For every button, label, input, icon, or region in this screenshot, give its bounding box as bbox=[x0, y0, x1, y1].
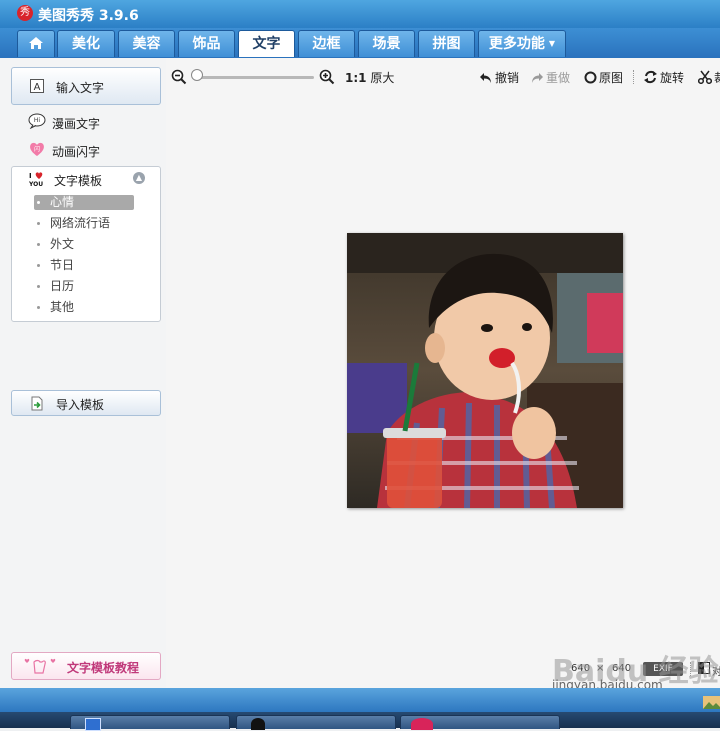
original-label: 原图 bbox=[599, 71, 624, 85]
main-tab-bar: 美化 美容 饰品 文字 边框 场景 拼图 更多功能 ▼ bbox=[0, 28, 720, 58]
zoom-slider-track[interactable] bbox=[196, 76, 314, 79]
bullet-dot bbox=[37, 285, 40, 288]
tab-more-features[interactable]: 更多功能 ▼ bbox=[478, 30, 566, 57]
redo-label: 重做 bbox=[546, 71, 571, 85]
tab-border[interactable]: 边框 bbox=[298, 30, 355, 57]
template-item-label: 其他 bbox=[50, 300, 75, 314]
tutorial-label: 文字模板教程 bbox=[67, 661, 140, 675]
rotate-icon bbox=[644, 70, 657, 84]
text-sidebar: A 输入文字 Hi 漫画文字 闪 动画闪字 I YOU 文字模板 ▲ 心情 网络… bbox=[0, 58, 166, 688]
template-item-label: 日历 bbox=[50, 279, 75, 293]
bullet-dot bbox=[37, 222, 40, 225]
tab-collage[interactable]: 拼图 bbox=[418, 30, 475, 57]
hand-hearts-icon bbox=[24, 658, 56, 674]
bullet-dot bbox=[37, 306, 40, 309]
window-title: 美图秀秀 3.9.6 bbox=[38, 8, 139, 24]
crop-button[interactable]: 裁 bbox=[698, 69, 720, 86]
canvas-toolbar: 1:1 原大 撤销 重做 原图 旋转 bbox=[166, 58, 720, 96]
taskbar-item[interactable] bbox=[400, 715, 560, 730]
input-text-button[interactable]: A 输入文字 bbox=[11, 67, 161, 105]
template-item-label: 外文 bbox=[50, 237, 75, 251]
text-template-label: 文字模板 bbox=[54, 174, 103, 188]
text-a-icon: A bbox=[30, 79, 44, 93]
rotate-label: 旋转 bbox=[660, 71, 685, 85]
template-item-mood[interactable]: 心情 bbox=[34, 195, 134, 210]
template-item-internet-slang[interactable]: 网络流行语 bbox=[34, 216, 134, 231]
image-thumbnail-icon[interactable] bbox=[703, 696, 720, 709]
import-icon bbox=[31, 396, 43, 411]
chevron-down-icon: ▼ bbox=[548, 39, 556, 48]
scissors-icon bbox=[698, 70, 712, 84]
svg-text:I: I bbox=[29, 172, 32, 180]
redo-icon bbox=[532, 73, 543, 83]
original-size-button[interactable]: 1:1 原大 bbox=[345, 69, 394, 86]
speech-bubble-icon: Hi bbox=[28, 113, 46, 129]
tab-beautify[interactable]: 美化 bbox=[57, 30, 115, 57]
rotate-button[interactable]: 旋转 bbox=[643, 69, 684, 86]
zoom-in-icon[interactable] bbox=[319, 69, 335, 85]
template-item-other[interactable]: 其他 bbox=[34, 300, 134, 315]
i-love-you-icon: I YOU bbox=[28, 172, 43, 188]
zoom-slider-handle[interactable] bbox=[191, 69, 203, 81]
canvas-area: 1:1 原大 撤销 重做 原图 旋转 640 × 640 EXIF 对 Baid… bbox=[166, 58, 720, 692]
collapse-up-icon[interactable]: ▲ bbox=[133, 172, 145, 184]
heart-flash-icon: 闪 bbox=[30, 142, 44, 156]
toolbar-separator bbox=[633, 70, 635, 84]
template-item-calendar[interactable]: 日历 bbox=[34, 279, 134, 294]
text-template-header[interactable]: I YOU 文字模板 bbox=[28, 171, 102, 190]
template-item-foreign[interactable]: 外文 bbox=[34, 237, 134, 252]
tab-scene[interactable]: 场景 bbox=[358, 30, 415, 57]
original-image-button[interactable]: 原图 bbox=[584, 69, 623, 86]
title-bar: 秀 美图秀秀 3.9.6 bbox=[0, 0, 720, 28]
undo-label: 撤销 bbox=[495, 71, 520, 85]
tab-text[interactable]: 文字 bbox=[238, 30, 295, 57]
bullet-dot bbox=[37, 243, 40, 246]
svg-text:闪: 闪 bbox=[34, 145, 40, 153]
edited-photo bbox=[347, 233, 623, 508]
text-template-panel: I YOU 文字模板 ▲ 心情 网络流行语 外文 节日 日历 其他 bbox=[11, 166, 161, 322]
template-item-label: 节日 bbox=[50, 258, 75, 272]
ratio-label: 1:1 bbox=[345, 71, 367, 85]
home-icon bbox=[29, 37, 43, 49]
comic-text-label: 漫画文字 bbox=[52, 117, 101, 131]
tab-decoration[interactable]: 饰品 bbox=[178, 30, 235, 57]
animated-text-label: 动画闪字 bbox=[52, 145, 101, 159]
more-features-label: 更多功能 bbox=[488, 36, 545, 52]
input-text-label: 输入文字 bbox=[56, 81, 105, 95]
tab-home[interactable] bbox=[17, 30, 55, 57]
template-item-label: 网络流行语 bbox=[50, 216, 111, 230]
window-icon bbox=[85, 718, 101, 731]
window-bottom-bar bbox=[0, 688, 720, 712]
taskbar-item[interactable] bbox=[70, 715, 230, 731]
zoom-out-icon[interactable] bbox=[171, 69, 187, 85]
original-size-label: 原大 bbox=[370, 71, 395, 85]
circle-icon bbox=[584, 71, 597, 84]
import-template-label: 导入模板 bbox=[56, 398, 105, 412]
bullet-dot bbox=[37, 264, 40, 267]
crop-label: 裁 bbox=[714, 71, 720, 85]
template-item-label: 心情 bbox=[50, 195, 75, 209]
redo-button[interactable]: 重做 bbox=[530, 69, 570, 86]
svg-text:Hi: Hi bbox=[34, 117, 41, 124]
import-template-button[interactable]: 导入模板 bbox=[11, 390, 161, 416]
svg-text:A: A bbox=[34, 82, 41, 93]
text-template-tutorial-button[interactable]: 文字模板教程 bbox=[11, 652, 161, 680]
tab-cosmetic[interactable]: 美容 bbox=[118, 30, 175, 57]
qq-penguin-icon bbox=[251, 718, 265, 730]
app-logo-icon: 秀 bbox=[17, 5, 33, 21]
os-taskbar bbox=[0, 712, 720, 731]
undo-icon bbox=[480, 73, 491, 83]
undo-button[interactable]: 撤销 bbox=[479, 69, 519, 86]
bullet-dot bbox=[37, 201, 40, 204]
taskbar-item[interactable] bbox=[236, 715, 396, 730]
template-item-holiday[interactable]: 节日 bbox=[34, 258, 134, 273]
meitu-app-icon bbox=[411, 718, 433, 730]
svg-text:YOU: YOU bbox=[28, 181, 43, 187]
